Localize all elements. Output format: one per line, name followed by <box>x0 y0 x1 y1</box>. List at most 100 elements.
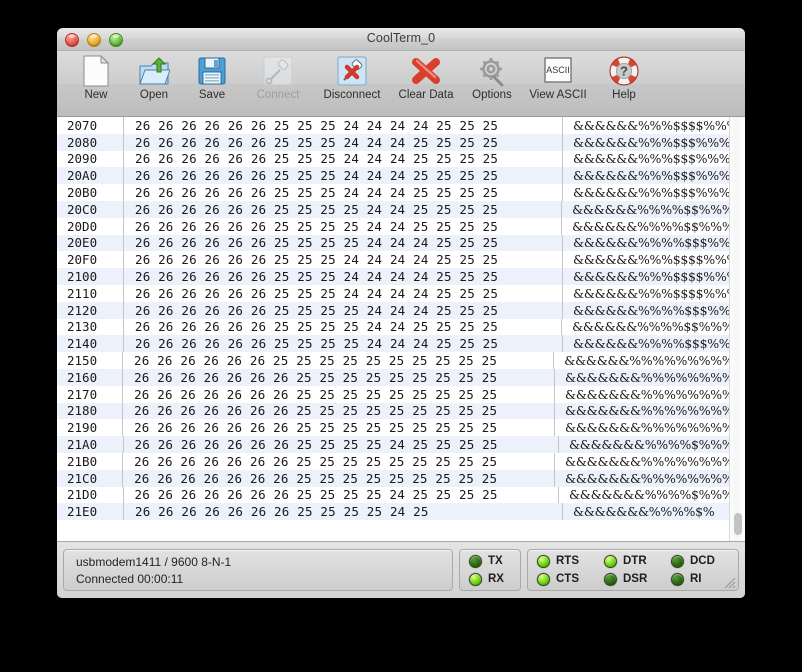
hexdump-row: 219026 26 26 26 26 26 26 25 25 25 25 25 … <box>57 419 745 436</box>
hexdump-bytes: 26 26 26 26 26 26 26 25 25 25 25 25 25 2… <box>123 370 554 385</box>
hexdump-address: 20C0 <box>57 202 123 217</box>
hexdump-row: 20D026 26 26 26 26 26 25 25 25 25 24 24 … <box>57 218 745 235</box>
cts-led-icon <box>537 573 550 586</box>
hexdump-bytes: 26 26 26 26 26 26 25 25 25 25 24 24 25 2… <box>124 202 561 217</box>
hexdump-address: 21C0 <box>57 471 122 486</box>
cts-led-label: CTS <box>556 573 579 585</box>
title-bar[interactable]: CoolTerm_0 <box>57 28 745 51</box>
hexdump-row: 21A026 26 26 26 26 26 26 25 25 25 25 24 … <box>57 436 745 453</box>
connection-info-panel: usbmodem1411 / 9600 8-N-1 Connected 00:0… <box>63 549 453 591</box>
toolbar-button-save[interactable]: Save <box>183 54 241 101</box>
hexdump-address: 20D0 <box>57 219 123 234</box>
hexdump-bytes: 26 26 26 26 26 26 25 25 25 25 24 24 25 2… <box>124 319 561 334</box>
toolbar-button-view-ascii[interactable]: ASCII View ASCII <box>521 54 595 101</box>
led-row-cts: CTS <box>537 573 604 586</box>
lifering-help-icon: ? <box>608 54 640 88</box>
open-folder-icon <box>138 54 170 88</box>
toolbar-label-disconnect: Disconnect <box>324 89 381 101</box>
hexdump-bytes: 26 26 26 26 26 26 26 25 25 25 25 24 25 2… <box>124 487 558 502</box>
toolbar-label-help: Help <box>612 89 636 101</box>
hexdump-bytes: 26 26 26 26 26 26 25 25 25 25 25 25 25 2… <box>123 353 553 368</box>
hexdump-row: 218026 26 26 26 26 26 26 25 25 25 25 25 … <box>57 403 745 420</box>
ri-led-icon <box>671 573 684 586</box>
hexdump-address: 2180 <box>57 403 122 418</box>
hexdump-ascii: &&&&&&%%%%$$%%%% <box>562 319 745 334</box>
toolbar-button-new[interactable]: New <box>67 54 125 101</box>
hexdump-address: 20B0 <box>57 185 123 200</box>
gear-wrench-icon <box>476 54 508 88</box>
hexdump-bytes: 26 26 26 26 26 26 25 25 25 25 24 24 25 2… <box>124 219 561 234</box>
hexdump-ascii: &&&&&&&%%%%%%%%% <box>555 471 745 486</box>
hexdump-address: 2160 <box>57 370 122 385</box>
ri-led-label: RI <box>690 573 702 585</box>
toolbar-button-clear-data[interactable]: Clear Data <box>389 54 463 101</box>
hexdump-bytes: 26 26 26 26 26 26 26 25 25 25 25 25 25 2… <box>123 471 554 486</box>
hexdump-address: 21D0 <box>57 487 123 502</box>
hexdump-row: 20C026 26 26 26 26 26 25 25 25 25 24 24 … <box>57 201 745 218</box>
toolbar-button-disconnect[interactable]: Disconnect <box>315 54 389 101</box>
dcd-led-label: DCD <box>690 555 715 567</box>
hexdump-ascii: &&&&&&&%%%%$% <box>563 504 745 519</box>
vertical-scrollbar[interactable] <box>729 117 745 541</box>
hexdump-row: 217026 26 26 26 26 26 26 25 25 25 25 25 … <box>57 386 745 403</box>
hexdump-row: 208026 26 26 26 26 26 25 25 25 24 24 24 … <box>57 134 745 151</box>
hexdump-address: 2130 <box>57 319 123 334</box>
toolbar-button-options[interactable]: Options <box>463 54 521 101</box>
toolbar-label-open: Open <box>140 89 168 101</box>
hexdump-bytes: 26 26 26 26 26 26 25 25 25 24 24 24 24 2… <box>124 286 562 301</box>
hexdump-row: 21E026 26 26 26 26 26 26 25 25 25 25 24 … <box>57 503 745 520</box>
hexdump-row: 20E026 26 26 26 26 26 25 25 25 25 24 24 … <box>57 235 745 252</box>
hexdump-address: 2110 <box>57 286 123 301</box>
red-x-icon <box>410 54 442 88</box>
hexdump-address: 2100 <box>57 269 123 284</box>
hexdump-bytes: 26 26 26 26 26 26 25 25 25 24 24 24 25 2… <box>124 135 562 150</box>
hexdump-ascii: &&&&&&%%%%$$$%%% <box>563 235 745 250</box>
hexdump-bytes: 26 26 26 26 26 26 26 25 25 25 25 24 25 2… <box>124 437 558 452</box>
hexdump-bytes: 26 26 26 26 26 26 26 25 25 25 25 25 25 2… <box>123 403 554 418</box>
plug-cross-icon <box>336 54 368 88</box>
hexdump-address: 21E0 <box>57 504 123 519</box>
rx-led-label: RX <box>488 573 504 585</box>
hexdump-row: 21D026 26 26 26 26 26 26 25 25 25 25 24 … <box>57 487 745 504</box>
hexdump-address: 21A0 <box>57 437 123 452</box>
hexdump-address: 20A0 <box>57 168 123 183</box>
hexdump-bytes: 26 26 26 26 26 26 25 25 25 24 24 24 24 2… <box>124 269 562 284</box>
vertical-scrollbar-thumb[interactable] <box>734 513 742 535</box>
svg-text:ASCII: ASCII <box>546 65 570 75</box>
toolbar-button-connect[interactable]: Connect <box>241 54 315 101</box>
hexdump-row: 20B026 26 26 26 26 26 25 25 25 24 24 24 … <box>57 184 745 201</box>
hexdump-rows: 207026 26 26 26 26 26 25 25 25 24 24 24 … <box>57 117 745 520</box>
hexdump-row: 21C026 26 26 26 26 26 26 25 25 25 25 25 … <box>57 470 745 487</box>
rx-led-icon <box>469 573 482 586</box>
hexdump-address: 20F0 <box>57 252 123 267</box>
hexdump-ascii: &&&&&&%%%%$$$%%% <box>563 303 745 318</box>
hexdump-ascii: &&&&&&%%%$$$$%%% <box>563 269 745 284</box>
hexdump-address: 2190 <box>57 420 122 435</box>
dtr-led-label: DTR <box>623 555 647 567</box>
hexdump-bytes: 26 26 26 26 26 26 25 25 25 24 24 24 25 2… <box>124 168 562 183</box>
toolbar-label-save: Save <box>199 89 225 101</box>
hexdump-row: 212026 26 26 26 26 26 25 25 25 25 24 24 … <box>57 302 745 319</box>
hexdump-bytes: 26 26 26 26 26 26 26 25 25 25 25 25 25 2… <box>123 387 554 402</box>
new-document-icon <box>81 54 111 88</box>
hexdump-ascii: &&&&&&&%%%%%%%%% <box>555 403 745 418</box>
led-row-dtr: DTR <box>604 555 671 568</box>
toolbar-label-clear-data: Clear Data <box>399 89 454 101</box>
toolbar-button-open[interactable]: Open <box>125 54 183 101</box>
hexdump-address: 20E0 <box>57 235 123 250</box>
hexdump-bytes: 26 26 26 26 26 26 25 25 25 25 24 24 24 2… <box>124 336 562 351</box>
hexdump-address: 2120 <box>57 303 123 318</box>
hexdump-address: 21B0 <box>57 454 122 469</box>
led-row-dcd: DCD <box>671 555 738 568</box>
hexdump-bytes: 26 26 26 26 26 26 25 25 25 24 24 24 24 2… <box>124 252 562 267</box>
hexdump-row: 211026 26 26 26 26 26 25 25 25 24 24 24 … <box>57 285 745 302</box>
hexdump-address: 2150 <box>57 353 122 368</box>
dsr-led-icon <box>604 573 617 586</box>
rts-led-icon <box>537 555 550 568</box>
hexdump-ascii: &&&&&&%%%$$$$%%% <box>563 286 745 301</box>
hexdump-address: 2170 <box>57 387 122 402</box>
ascii-icon: ASCII <box>542 54 574 88</box>
toolbar-button-help[interactable]: ? Help <box>595 54 653 101</box>
hexdump-row: 21B026 26 26 26 26 26 26 25 25 25 25 25 … <box>57 453 745 470</box>
hexdump-view[interactable]: 207026 26 26 26 26 26 25 25 25 24 24 24 … <box>57 117 745 542</box>
